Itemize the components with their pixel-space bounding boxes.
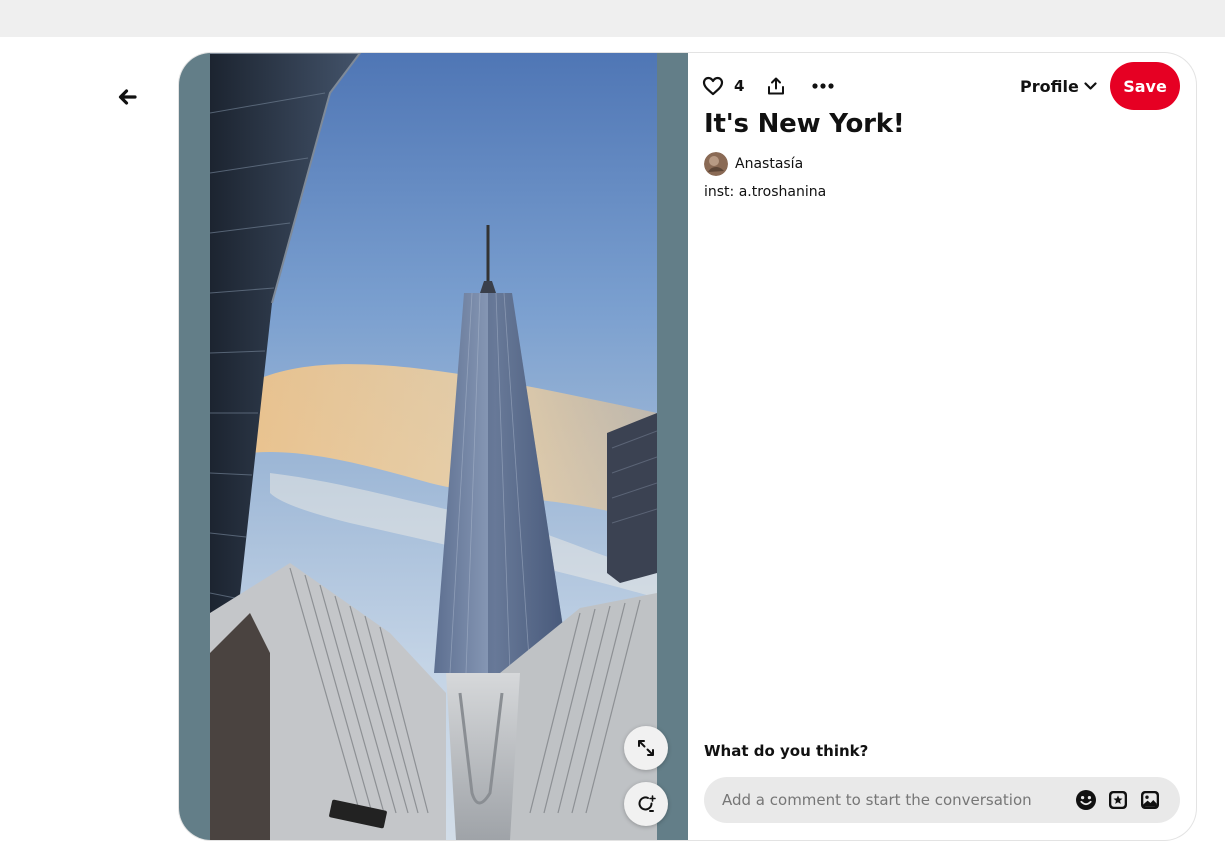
share-button[interactable] [766, 76, 786, 96]
top-bar [0, 0, 1225, 37]
sticker-button[interactable] [1106, 788, 1130, 812]
author-link[interactable]: Anastasía [704, 152, 803, 176]
visual-search-button[interactable] [624, 782, 668, 826]
pin-title: It's New York! [704, 109, 905, 139]
share-icon [768, 77, 785, 95]
pin-image[interactable] [210, 53, 657, 840]
avatar [704, 152, 728, 176]
lens-search-icon [638, 795, 656, 812]
heart-icon [702, 76, 724, 96]
pin-actions: 4 [702, 73, 835, 99]
pin-details: 4 Profile Save It's New York! Anastasía … [688, 53, 1196, 840]
expand-button[interactable] [624, 726, 668, 770]
image-icon [1141, 791, 1159, 809]
comment-input[interactable] [704, 777, 1072, 823]
pin-description: inst: a.troshanina [704, 184, 827, 200]
expand-icon [638, 740, 654, 756]
ellipsis-icon [812, 83, 835, 89]
arrow-left-icon [118, 89, 137, 105]
like-button[interactable] [702, 76, 724, 96]
sticker-icon [1109, 791, 1127, 809]
chevron-down-icon [1084, 81, 1097, 90]
more-options-button[interactable] [812, 83, 835, 89]
smiley-icon [1076, 790, 1096, 810]
profile-label: Profile [1020, 76, 1079, 96]
like-count: 4 [734, 77, 745, 95]
image-button[interactable] [1138, 788, 1162, 812]
comments-heading: What do you think? [704, 742, 869, 760]
comment-box [704, 777, 1180, 823]
comment-tools [1074, 788, 1162, 812]
author-name: Anastasía [735, 156, 804, 172]
profile-dropdown[interactable]: Profile [1020, 73, 1097, 99]
back-button[interactable] [108, 78, 146, 116]
pin-card: 4 Profile Save It's New York! Anastasía … [179, 53, 1196, 840]
save-button[interactable]: Save [1110, 62, 1180, 110]
emoji-button[interactable] [1074, 788, 1098, 812]
pin-media [179, 53, 688, 840]
